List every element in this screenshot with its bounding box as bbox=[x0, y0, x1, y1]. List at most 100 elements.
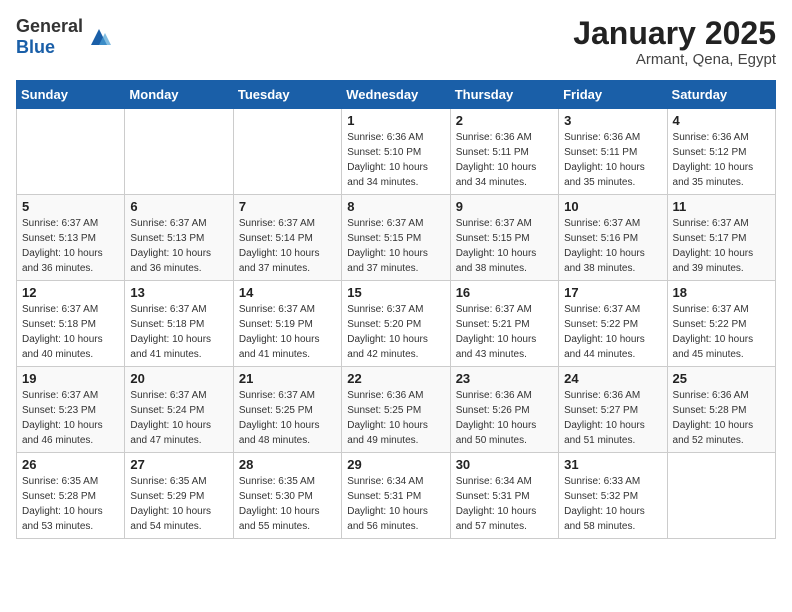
day-info: Sunrise: 6:36 AMSunset: 5:28 PMDaylight:… bbox=[673, 388, 770, 448]
day-number: 26 bbox=[22, 457, 119, 472]
calendar-cell: 19 Sunrise: 6:37 AMSunset: 5:23 PMDayligh… bbox=[17, 367, 125, 453]
day-number: 9 bbox=[456, 199, 553, 214]
day-number: 16 bbox=[456, 285, 553, 300]
calendar-cell: 6Sunrise: 6:37 AMSunset: 5:13 PMDaylight… bbox=[125, 195, 233, 281]
logo-text: General Blue bbox=[16, 16, 83, 58]
day-number: 18 bbox=[673, 285, 770, 300]
day-info: Sunrise: 6:35 AMSunset: 5:29 PMDaylight:… bbox=[130, 474, 227, 534]
calendar-cell: 17Sunrise: 6:37 AMSunset: 5:22 PMDayligh… bbox=[559, 281, 667, 367]
day-info: Sunrise: 6:37 AMSunset: 5:22 PMDaylight:… bbox=[673, 302, 770, 362]
calendar-cell: 2Sunrise: 6:36 AMSunset: 5:11 PMDaylight… bbox=[450, 109, 558, 195]
logo-blue: Blue bbox=[16, 37, 55, 57]
day-number: 12 bbox=[22, 285, 119, 300]
calendar-cell: 14 Sunrise: 6:37 AMSunset: 5:19 PMDayligh… bbox=[233, 281, 341, 367]
day-info: Sunrise: 6:37 AMSunset: 5:17 PMDaylight:… bbox=[673, 216, 770, 276]
day-number: 19 bbox=[22, 371, 119, 386]
location-subtitle: Armant, Qena, Egypt bbox=[573, 51, 776, 68]
calendar-cell: 21 Sunrise: 6:37 AMSunset: 5:25 PMDayligh… bbox=[233, 367, 341, 453]
day-number: 11 bbox=[673, 199, 770, 214]
title-block: January 2025 Armant, Qena, Egypt bbox=[573, 16, 776, 68]
calendar-week-row: 5 Sunrise: 6:37 AMSunset: 5:13 PMDaylight… bbox=[17, 195, 776, 281]
calendar-cell: 22Sunrise: 6:36 AMSunset: 5:25 PMDayligh… bbox=[342, 367, 450, 453]
calendar-cell: 20 Sunrise: 6:37 AMSunset: 5:24 PMDayligh… bbox=[125, 367, 233, 453]
day-number: 24 bbox=[564, 371, 661, 386]
calendar-cell: 27 Sunrise: 6:35 AMSunset: 5:29 PMDayligh… bbox=[125, 453, 233, 539]
day-number: 30 bbox=[456, 457, 553, 472]
day-number: 31 bbox=[564, 457, 661, 472]
day-number: 4 bbox=[673, 113, 770, 128]
day-number: 20 bbox=[130, 371, 227, 386]
day-info: Sunrise: 6:37 AMSunset: 5:18 PMDaylight:… bbox=[130, 302, 227, 362]
day-info: Sunrise: 6:37 AMSunset: 5:18 PMDaylight:… bbox=[22, 302, 119, 362]
day-info: Sunrise: 6:37 AMSunset: 5:23 PMDaylight:… bbox=[22, 388, 119, 448]
day-info: Sunrise: 6:35 AMSunset: 5:30 PMDaylight:… bbox=[239, 474, 336, 534]
calendar-cell: 7Sunrise: 6:37 AMSunset: 5:14 PMDaylight… bbox=[233, 195, 341, 281]
day-info: Sunrise: 6:37 AMSunset: 5:15 PMDaylight:… bbox=[456, 216, 553, 276]
weekday-header-saturday: Saturday bbox=[667, 81, 775, 109]
day-info: Sunrise: 6:37 AMSunset: 5:13 PMDaylight:… bbox=[22, 216, 119, 276]
calendar-cell bbox=[125, 109, 233, 195]
weekday-header-wednesday: Wednesday bbox=[342, 81, 450, 109]
calendar-cell: 24 Sunrise: 6:36 AMSunset: 5:27 PMDayligh… bbox=[559, 367, 667, 453]
day-number: 1 bbox=[347, 113, 444, 128]
day-info: Sunrise: 6:34 AMSunset: 5:31 PMDaylight:… bbox=[456, 474, 553, 534]
calendar-cell: 18 Sunrise: 6:37 AMSunset: 5:22 PMDayligh… bbox=[667, 281, 775, 367]
calendar-cell: 29 Sunrise: 6:34 AMSunset: 5:31 PMDayligh… bbox=[342, 453, 450, 539]
calendar-cell: 1 Sunrise: 6:36 AMSunset: 5:10 PMDaylight… bbox=[342, 109, 450, 195]
calendar-week-row: 12 Sunrise: 6:37 AMSunset: 5:18 PMDayligh… bbox=[17, 281, 776, 367]
day-number: 10 bbox=[564, 199, 661, 214]
day-number: 25 bbox=[673, 371, 770, 386]
weekday-header-thursday: Thursday bbox=[450, 81, 558, 109]
day-number: 7 bbox=[239, 199, 336, 214]
day-info: Sunrise: 6:36 AMSunset: 5:11 PMDaylight:… bbox=[456, 130, 553, 190]
calendar-cell: 8 Sunrise: 6:37 AMSunset: 5:15 PMDaylight… bbox=[342, 195, 450, 281]
calendar-cell: 15 Sunrise: 6:37 AMSunset: 5:20 PMDayligh… bbox=[342, 281, 450, 367]
calendar-cell: 3 Sunrise: 6:36 AMSunset: 5:11 PMDaylight… bbox=[559, 109, 667, 195]
day-info: Sunrise: 6:37 AMSunset: 5:25 PMDaylight:… bbox=[239, 388, 336, 448]
day-info: Sunrise: 6:36 AMSunset: 5:12 PMDaylight:… bbox=[673, 130, 770, 190]
day-number: 21 bbox=[239, 371, 336, 386]
calendar-cell bbox=[667, 453, 775, 539]
day-number: 14 bbox=[239, 285, 336, 300]
logo: General Blue bbox=[16, 16, 113, 58]
day-info: Sunrise: 6:37 AMSunset: 5:20 PMDaylight:… bbox=[347, 302, 444, 362]
day-number: 13 bbox=[130, 285, 227, 300]
calendar-cell: 5 Sunrise: 6:37 AMSunset: 5:13 PMDaylight… bbox=[17, 195, 125, 281]
calendar-cell: 25 Sunrise: 6:36 AMSunset: 5:28 PMDayligh… bbox=[667, 367, 775, 453]
calendar-cell: 31Sunrise: 6:33 AMSunset: 5:32 PMDayligh… bbox=[559, 453, 667, 539]
day-number: 23 bbox=[456, 371, 553, 386]
weekday-header-sunday: Sunday bbox=[17, 81, 125, 109]
day-info: Sunrise: 6:35 AMSunset: 5:28 PMDaylight:… bbox=[22, 474, 119, 534]
day-info: Sunrise: 6:36 AMSunset: 5:10 PMDaylight:… bbox=[347, 130, 444, 190]
day-info: Sunrise: 6:36 AMSunset: 5:26 PMDaylight:… bbox=[456, 388, 553, 448]
calendar-cell: 23 Sunrise: 6:36 AMSunset: 5:26 PMDayligh… bbox=[450, 367, 558, 453]
calendar-week-row: 1 Sunrise: 6:36 AMSunset: 5:10 PMDaylight… bbox=[17, 109, 776, 195]
calendar-table: SundayMondayTuesdayWednesdayThursdayFrid… bbox=[16, 80, 776, 539]
calendar-cell: 12 Sunrise: 6:37 AMSunset: 5:18 PMDayligh… bbox=[17, 281, 125, 367]
page-header: General Blue January 2025 Armant, Qena, … bbox=[16, 16, 776, 68]
day-number: 28 bbox=[239, 457, 336, 472]
calendar-week-row: 19 Sunrise: 6:37 AMSunset: 5:23 PMDayligh… bbox=[17, 367, 776, 453]
day-number: 8 bbox=[347, 199, 444, 214]
day-info: Sunrise: 6:36 AMSunset: 5:11 PMDaylight:… bbox=[564, 130, 661, 190]
month-title: January 2025 bbox=[573, 16, 776, 51]
day-info: Sunrise: 6:37 AMSunset: 5:15 PMDaylight:… bbox=[347, 216, 444, 276]
calendar-cell: 9 Sunrise: 6:37 AMSunset: 5:15 PMDaylight… bbox=[450, 195, 558, 281]
day-number: 5 bbox=[22, 199, 119, 214]
day-number: 29 bbox=[347, 457, 444, 472]
day-info: Sunrise: 6:37 AMSunset: 5:21 PMDaylight:… bbox=[456, 302, 553, 362]
calendar-cell: 11 Sunrise: 6:37 AMSunset: 5:17 PMDayligh… bbox=[667, 195, 775, 281]
day-number: 27 bbox=[130, 457, 227, 472]
day-info: Sunrise: 6:37 AMSunset: 5:24 PMDaylight:… bbox=[130, 388, 227, 448]
calendar-cell: 28 Sunrise: 6:35 AMSunset: 5:30 PMDayligh… bbox=[233, 453, 341, 539]
day-info: Sunrise: 6:37 AMSunset: 5:19 PMDaylight:… bbox=[239, 302, 336, 362]
day-number: 15 bbox=[347, 285, 444, 300]
day-number: 6 bbox=[130, 199, 227, 214]
day-info: Sunrise: 6:34 AMSunset: 5:31 PMDaylight:… bbox=[347, 474, 444, 534]
calendar-cell: 4 Sunrise: 6:36 AMSunset: 5:12 PMDaylight… bbox=[667, 109, 775, 195]
day-info: Sunrise: 6:36 AMSunset: 5:27 PMDaylight:… bbox=[564, 388, 661, 448]
day-info: Sunrise: 6:37 AMSunset: 5:16 PMDaylight:… bbox=[564, 216, 661, 276]
calendar-cell: 26 Sunrise: 6:35 AMSunset: 5:28 PMDayligh… bbox=[17, 453, 125, 539]
calendar-week-row: 26 Sunrise: 6:35 AMSunset: 5:28 PMDayligh… bbox=[17, 453, 776, 539]
day-number: 3 bbox=[564, 113, 661, 128]
